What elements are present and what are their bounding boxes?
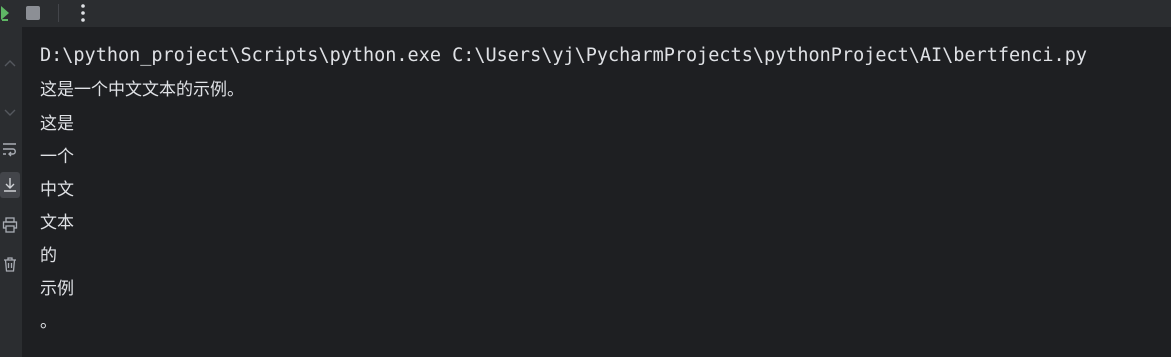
print-button[interactable] <box>0 212 20 238</box>
output-line: 文本 <box>40 213 74 233</box>
console-sidebar <box>0 27 22 357</box>
scroll-down-icon <box>4 109 16 116</box>
run-command-line: D:\python_project\Scripts\python.exe C:\… <box>40 45 1087 66</box>
scroll-down-button[interactable] <box>0 99 20 125</box>
output-line: 中文 <box>40 180 74 200</box>
output-line: 一个 <box>40 147 74 167</box>
toolbar-separator <box>58 4 59 22</box>
stop-button[interactable] <box>22 2 44 24</box>
rerun-icon <box>1 6 9 21</box>
delete-button[interactable] <box>0 251 20 277</box>
print-icon <box>2 217 18 233</box>
more-options-icon <box>81 4 85 22</box>
soft-wrap-button[interactable] <box>0 136 20 162</box>
output-line: 。 <box>40 312 57 332</box>
rerun-button[interactable] <box>0 2 14 24</box>
scroll-up-button[interactable] <box>0 51 20 77</box>
output-line: 的 <box>40 246 57 266</box>
scroll-to-end-icon <box>4 178 16 192</box>
scroll-up-icon <box>4 60 16 67</box>
console-output[interactable]: D:\python_project\Scripts\python.exe C:\… <box>22 27 1171 357</box>
delete-icon <box>4 257 16 272</box>
output-line: 这是一个中文文本的示例。 <box>40 80 244 100</box>
soft-wrap-icon <box>3 143 16 157</box>
output-line: 这是 <box>40 114 74 134</box>
console-toolbar <box>0 0 1171 27</box>
stop-icon <box>26 6 40 20</box>
more-options-button[interactable] <box>72 2 94 24</box>
output-line: 示例 <box>40 279 74 299</box>
scroll-to-end-button[interactable] <box>0 172 20 198</box>
